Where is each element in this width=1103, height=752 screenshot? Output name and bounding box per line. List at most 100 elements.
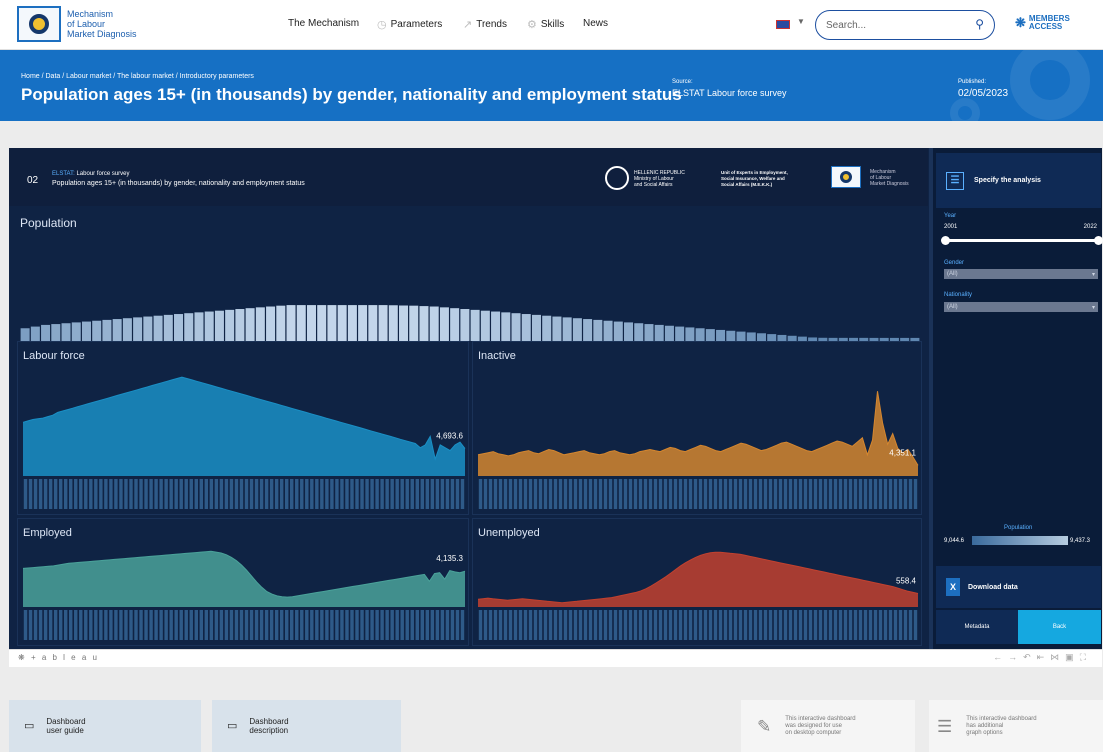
population-bar[interactable]	[347, 305, 357, 341]
back-button[interactable]: Back	[1018, 610, 1101, 644]
population-bar[interactable]	[51, 324, 61, 341]
language-chevron-icon[interactable]: ▼	[797, 17, 805, 26]
year-slider-track[interactable]	[944, 239, 1098, 242]
population-bar[interactable]	[439, 307, 449, 341]
population-bar[interactable]	[613, 321, 623, 341]
population-bar[interactable]	[644, 324, 654, 341]
search-icon[interactable]: ⚲	[975, 17, 984, 31]
population-bar[interactable]	[501, 312, 511, 341]
population-bar[interactable]	[624, 322, 634, 341]
population-bar[interactable]	[255, 307, 265, 341]
population-bar[interactable]	[531, 314, 541, 341]
population-bar[interactable]	[102, 319, 112, 341]
population-bar[interactable]	[296, 305, 306, 341]
nav-trends[interactable]: ↗ Trends	[463, 18, 507, 31]
area-series[interactable]	[478, 391, 918, 476]
population-bar[interactable]	[214, 310, 224, 341]
download-data-button[interactable]: X Download data	[936, 566, 1101, 608]
population-bar[interactable]	[634, 323, 644, 341]
population-bar[interactable]	[194, 312, 204, 341]
population-bar[interactable]	[71, 322, 81, 341]
population-bar[interactable]	[184, 313, 194, 341]
population-bar[interactable]	[583, 319, 593, 341]
population-bar[interactable]	[143, 316, 153, 341]
population-bar[interactable]	[122, 318, 132, 341]
population-bar[interactable]	[41, 324, 51, 341]
population-bar[interactable]	[225, 309, 235, 341]
population-bar[interactable]	[368, 305, 378, 341]
population-bar[interactable]	[235, 309, 245, 341]
population-bar[interactable]	[685, 327, 695, 341]
population-bar[interactable]	[450, 308, 460, 341]
population-bar[interactable]	[767, 334, 777, 341]
population-bar[interactable]	[695, 328, 705, 341]
year-slider-start-handle[interactable]	[941, 236, 950, 245]
population-bar[interactable]	[337, 305, 347, 341]
population-bar[interactable]	[491, 311, 501, 341]
population-bar[interactable]	[399, 305, 409, 341]
population-bar[interactable]	[286, 305, 296, 341]
population-bar[interactable]	[306, 305, 316, 341]
population-bar[interactable]	[460, 309, 470, 341]
area-series[interactable]	[478, 552, 918, 607]
population-bar[interactable]	[572, 318, 582, 341]
search-input[interactable]: Search... ⚲	[815, 10, 995, 40]
population-bar[interactable]	[736, 331, 746, 341]
breadcrumb[interactable]: Home / Data / Labour market / The labour…	[21, 73, 254, 80]
employed-chart[interactable]: 4,135.3	[18, 519, 470, 647]
population-bar[interactable]	[317, 305, 327, 341]
population-bar[interactable]	[562, 317, 572, 341]
population-bar[interactable]	[388, 305, 398, 341]
population-bar[interactable]	[429, 306, 439, 341]
toolbar-controls[interactable]: ←→↶⇤⋈▣⛶	[993, 652, 1092, 663]
population-bar[interactable]	[61, 323, 71, 341]
population-bar[interactable]	[419, 306, 429, 341]
population-bar[interactable]	[153, 315, 163, 341]
population-bar[interactable]	[521, 314, 531, 341]
population-bar[interactable]	[378, 305, 388, 341]
population-bar[interactable]	[358, 305, 368, 341]
population-bar[interactable]	[163, 314, 173, 341]
uk-flag-icon[interactable]	[776, 20, 790, 29]
population-bar[interactable]	[726, 330, 736, 341]
labour-force-chart[interactable]: 4,693.6	[18, 342, 470, 516]
population-bar[interactable]	[511, 313, 521, 341]
population-bar[interactable]	[266, 306, 276, 341]
population-bar[interactable]	[542, 315, 552, 341]
population-bar[interactable]	[470, 309, 480, 341]
specify-analysis-header[interactable]: ☰ Specify the analysis	[936, 153, 1101, 208]
unemployed-chart[interactable]: 558.4	[473, 519, 923, 647]
area-series[interactable]	[23, 377, 465, 476]
population-bar[interactable]	[30, 326, 40, 341]
population-bar[interactable]	[705, 329, 715, 341]
nationality-select[interactable]: (All) ▾	[944, 302, 1098, 312]
population-bar[interactable]	[675, 326, 685, 341]
population-bar[interactable]	[552, 316, 562, 341]
population-bar[interactable]	[716, 329, 726, 341]
nav-parameters[interactable]: ◷ Parameters	[377, 18, 442, 31]
nav-the-mechanism[interactable]: The Mechanism	[288, 18, 359, 29]
inactive-chart[interactable]: 4,351.1	[473, 342, 923, 516]
nav-skills[interactable]: ⚙ Skills	[527, 18, 564, 31]
population-chart[interactable]: 9,044.6	[9, 206, 928, 341]
population-bar[interactable]	[174, 314, 184, 341]
population-bar[interactable]	[112, 319, 122, 341]
user-guide-card[interactable]: ▭ Dashboard user guide	[9, 700, 201, 752]
population-bar[interactable]	[133, 317, 143, 341]
population-bar[interactable]	[327, 305, 337, 341]
population-bar[interactable]	[593, 319, 603, 341]
population-bar[interactable]	[654, 324, 664, 341]
year-slider-end-handle[interactable]	[1094, 236, 1103, 245]
population-bar[interactable]	[480, 310, 490, 341]
members-access-link[interactable]: ❋ MEMBERS ACCESS	[1015, 15, 1070, 31]
population-bar[interactable]	[409, 305, 419, 341]
population-bar[interactable]	[81, 321, 91, 341]
population-bar[interactable]	[603, 320, 613, 341]
metadata-button[interactable]: Metadata	[936, 610, 1018, 644]
nav-news[interactable]: News	[583, 18, 608, 29]
population-bar[interactable]	[92, 320, 102, 341]
population-bar[interactable]	[756, 333, 766, 341]
population-bar[interactable]	[204, 311, 214, 341]
gender-select[interactable]: (All) ▾	[944, 269, 1098, 279]
population-bar[interactable]	[664, 325, 674, 341]
